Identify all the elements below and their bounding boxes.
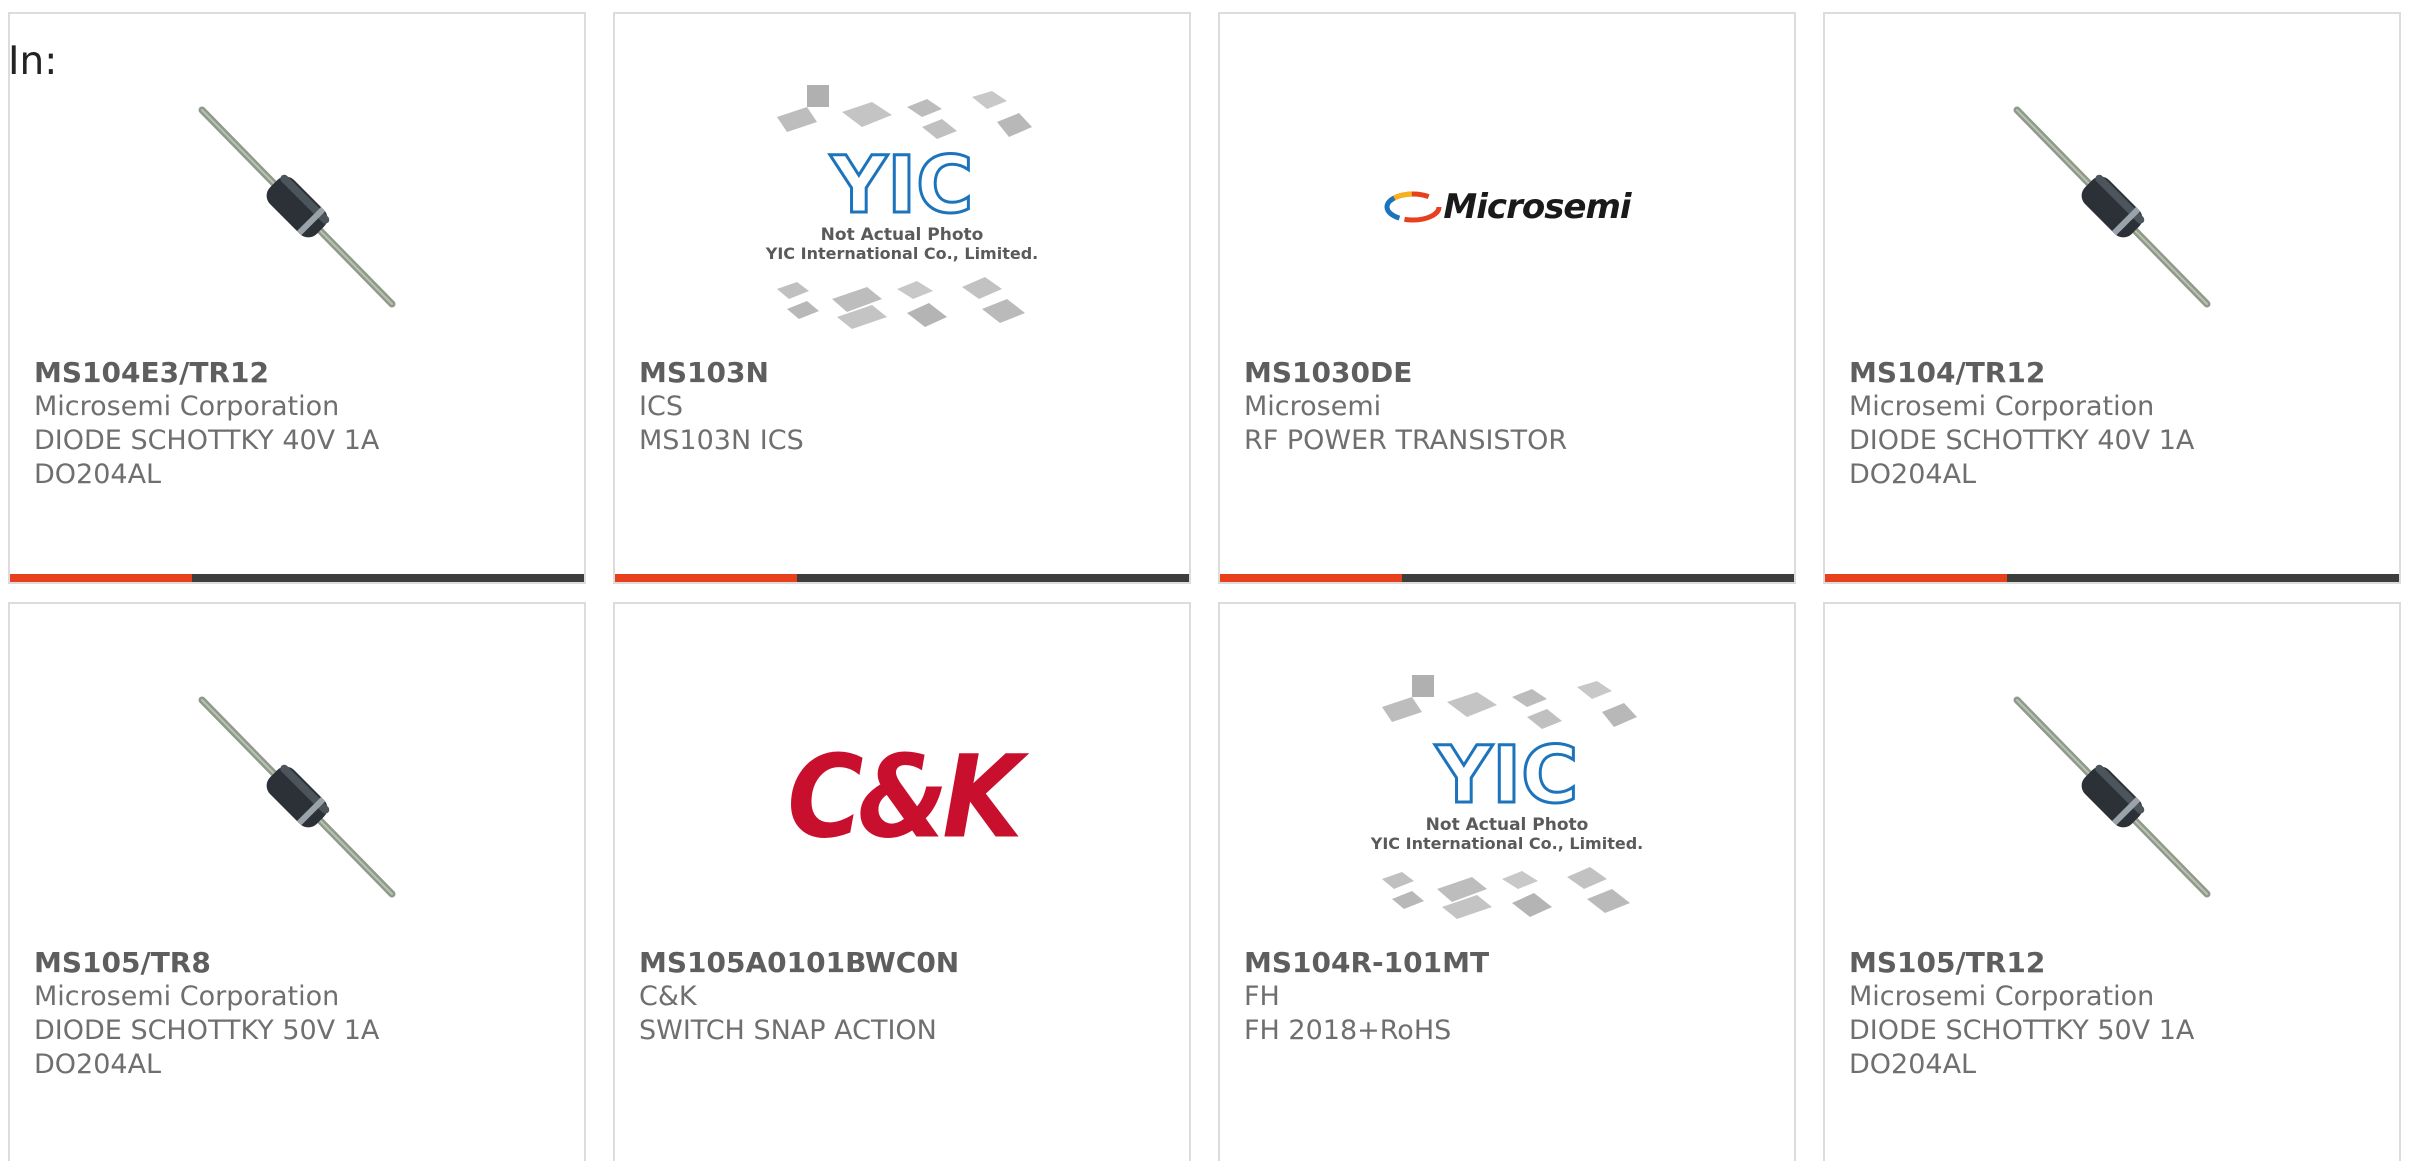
filter-label: In: [8, 39, 58, 84]
description: FH 2018+RoHS [1244, 1015, 1452, 1046]
microsemi-logo: Microsemi [1443, 187, 1631, 227]
ck-logo: C&K [787, 729, 1023, 865]
product-info: MS103N ICS MS103N ICS [639, 356, 1177, 458]
part-number[interactable]: MS104R-101MT [1244, 946, 1782, 980]
part-number[interactable]: MS103N [639, 356, 1177, 390]
placeholder-line2: YIC International Co., Limited. [765, 244, 1038, 263]
card-accent-highlight [1220, 574, 1402, 582]
svg-text:YIC: YIC [830, 141, 974, 231]
product-info: MS105/TR8 Microsemi Corporation DIODE SC… [34, 946, 572, 1082]
product-card[interactable]: YIC Not Actual Photo YIC International C… [613, 12, 1191, 584]
description: DIODE SCHOTTKY 50V 1A [1849, 1015, 2195, 1046]
manufacturer: Microsemi [1244, 391, 1382, 422]
product-card[interactable]: MS104E3/TR12 Microsemi Corporation DIODE… [8, 12, 586, 584]
placeholder-line1: Not Actual Photo [1426, 815, 1589, 835]
package: DO204AL [1849, 459, 1977, 490]
product-card[interactable]: YIC Not Actual Photo YIC International C… [1218, 602, 1796, 1161]
manufacturer: C&K [639, 981, 697, 1012]
svg-text:YIC: YIC [1435, 731, 1579, 821]
diode-image [198, 696, 396, 898]
package: DO204AL [34, 1049, 162, 1080]
page: In: MS104E3/TR12 Microsemi Corporation D… [0, 0, 2410, 1161]
product-grid: MS104E3/TR12 Microsemi Corporation DIODE… [8, 12, 2401, 1161]
product-info: MS105/TR12 Microsemi Corporation DIODE S… [1849, 946, 2387, 1082]
part-number[interactable]: MS1030DE [1244, 356, 1782, 390]
product-image-area: YIC Not Actual Photo YIC International C… [615, 62, 1189, 352]
part-number[interactable]: MS105/TR8 [34, 946, 572, 980]
description: DIODE SCHOTTKY 40V 1A [1849, 425, 2195, 456]
card-accent-bar [1220, 574, 1794, 582]
product-info: MS104/TR12 Microsemi Corporation DIODE S… [1849, 356, 2387, 492]
product-card[interactable]: Microsemi MS1030DE Microsemi RF POWER TR… [1218, 12, 1796, 584]
card-accent-highlight [10, 574, 192, 582]
product-card[interactable]: MS104/TR12 Microsemi Corporation DIODE S… [1823, 12, 2401, 584]
part-number[interactable]: MS104/TR12 [1849, 356, 2387, 390]
product-info: MS105A0101BWC0N C&K SWITCH SNAP ACTION [639, 946, 1177, 1048]
part-number[interactable]: MS105/TR12 [1849, 946, 2387, 980]
diode-image [2013, 696, 2211, 898]
part-number[interactable]: MS104E3/TR12 [34, 356, 572, 390]
diode-image [2013, 106, 2211, 308]
manufacturer: Microsemi Corporation [1849, 391, 2155, 422]
description: SWITCH SNAP ACTION [639, 1015, 937, 1046]
diode-image [198, 106, 396, 308]
microsemi-swirl-icon [1384, 191, 1442, 223]
card-accent-highlight [615, 574, 797, 582]
yic-placeholder-image: YIC Not Actual Photo YIC International C… [765, 85, 1038, 329]
manufacturer: ICS [639, 391, 683, 422]
part-number[interactable]: MS105A0101BWC0N [639, 946, 1177, 980]
product-image-area: C&K [615, 652, 1189, 942]
product-image-area [1825, 62, 2399, 352]
card-accent-bar [10, 574, 584, 582]
card-accent-bar [615, 574, 1189, 582]
yic-placeholder-image: YIC Not Actual Photo YIC International C… [1370, 675, 1643, 919]
description: RF POWER TRANSISTOR [1244, 425, 1568, 456]
description: MS103N ICS [639, 425, 804, 456]
product-image-area: Microsemi [1220, 62, 1794, 352]
package: DO204AL [34, 459, 162, 490]
product-info: MS1030DE Microsemi RF POWER TRANSISTOR [1244, 356, 1782, 458]
manufacturer: Microsemi Corporation [1849, 981, 2155, 1012]
product-info: MS104E3/TR12 Microsemi Corporation DIODE… [34, 356, 572, 492]
product-image-area [10, 62, 584, 352]
manufacturer: FH [1244, 981, 1280, 1012]
product-image-area [10, 652, 584, 942]
manufacturer: Microsemi Corporation [34, 981, 340, 1012]
description: DIODE SCHOTTKY 50V 1A [34, 1015, 380, 1046]
product-image-area: YIC Not Actual Photo YIC International C… [1220, 652, 1794, 942]
product-card[interactable]: MS105/TR8 Microsemi Corporation DIODE SC… [8, 602, 586, 1161]
card-accent-highlight [1825, 574, 2007, 582]
card-accent-bar [1825, 574, 2399, 582]
placeholder-line1: Not Actual Photo [821, 225, 984, 245]
product-info: MS104R-101MT FH FH 2018+RoHS [1244, 946, 1782, 1048]
product-card[interactable]: MS105/TR12 Microsemi Corporation DIODE S… [1823, 602, 2401, 1161]
product-image-area [1825, 652, 2399, 942]
description: DIODE SCHOTTKY 40V 1A [34, 425, 380, 456]
package: DO204AL [1849, 1049, 1977, 1080]
product-card[interactable]: C&K MS105A0101BWC0N C&K SWITCH SNAP ACTI… [613, 602, 1191, 1161]
manufacturer: Microsemi Corporation [34, 391, 340, 422]
placeholder-line2: YIC International Co., Limited. [1370, 834, 1643, 853]
